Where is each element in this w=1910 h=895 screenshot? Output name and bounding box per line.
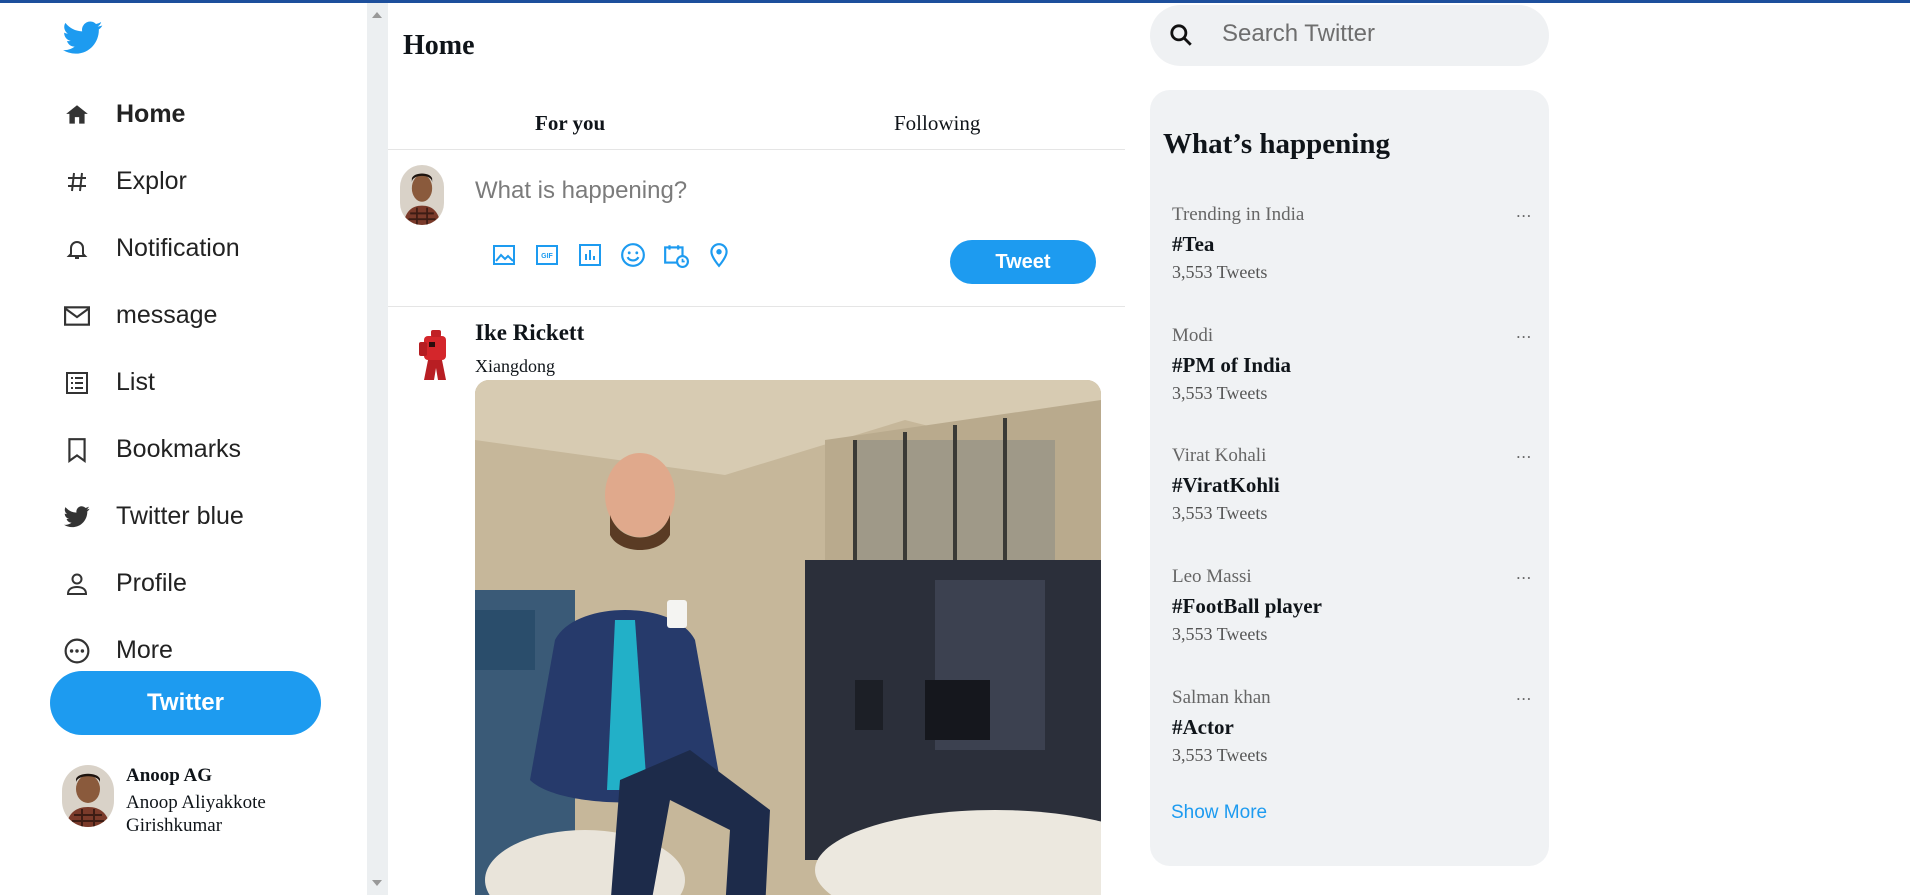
svg-text:GIF: GIF — [541, 253, 553, 260]
tab-for-you[interactable]: For you — [535, 111, 605, 136]
trend-hashtag: #Actor — [1172, 715, 1234, 739]
nav-item-label: Profile — [116, 569, 187, 597]
list-icon — [62, 368, 92, 398]
trend-item[interactable]: Virat Kohali ... #ViratKohli 3,553 Tweet… — [1172, 443, 1532, 545]
trend-hashtag: #ViratKohli — [1172, 473, 1280, 497]
nav-item-label: Notification — [116, 234, 240, 262]
nav-item-home[interactable]: Home — [62, 81, 244, 148]
avatar[interactable] — [416, 330, 452, 382]
nav-item-label: More — [116, 636, 173, 664]
trend-item[interactable]: Modi ... #PM of India 3,553 Tweets — [1172, 323, 1532, 425]
trends-panel: What’s happening Trending in India ... #… — [1150, 90, 1549, 866]
compose-box: GIF Tweet — [388, 150, 1125, 307]
nav-item-label: Twitter blue — [116, 502, 244, 530]
trend-count: 3,553 Tweets — [1172, 745, 1268, 765]
search-input[interactable] — [1220, 19, 1524, 49]
location-icon[interactable] — [704, 240, 734, 270]
trend-category: Salman khan — [1172, 687, 1271, 708]
mail-icon — [62, 301, 92, 331]
main-feed: Home For you Following GIF — [388, 3, 1125, 895]
trend-category: Virat Kohali — [1172, 445, 1267, 466]
poll-icon[interactable] — [575, 240, 605, 270]
trend-hashtag: #Tea — [1172, 232, 1215, 256]
image-icon[interactable] — [489, 240, 519, 270]
trend-item[interactable]: Leo Massi ... #FootBall player 3,553 Twe… — [1172, 564, 1532, 666]
bell-icon — [62, 234, 92, 264]
nav-item-label: List — [116, 368, 155, 396]
post-author-handle: Xiangdong — [475, 356, 555, 376]
feed-tabs: For you Following — [388, 99, 1125, 150]
hash-icon — [62, 167, 92, 197]
schedule-icon[interactable] — [661, 240, 691, 270]
emoji-icon[interactable] — [618, 240, 648, 270]
tweet-post[interactable]: Ike Rickett Xiangdong — [388, 308, 1125, 895]
tab-following[interactable]: Following — [894, 111, 980, 136]
home-icon — [62, 100, 92, 130]
search-icon — [1168, 22, 1194, 48]
avatar — [62, 765, 114, 827]
nav-item-label: Home — [116, 100, 186, 128]
compose-toolbar: GIF — [489, 240, 747, 270]
bookmark-icon — [62, 435, 92, 465]
trend-more-button[interactable]: ... — [1516, 685, 1532, 705]
tweet-button[interactable]: Tweet — [950, 240, 1096, 284]
profile-handle: Anoop Aliyakkote Girishkumar — [126, 792, 266, 836]
post-image[interactable] — [475, 380, 1101, 895]
profile-name: Anoop AG — [126, 765, 213, 786]
nav-item-bookmarks[interactable]: Bookmarks — [62, 416, 244, 483]
trend-category: Leo Massi — [1172, 566, 1252, 587]
trend-more-button[interactable]: ... — [1516, 443, 1532, 463]
nav-item-label: message — [116, 301, 218, 329]
trend-more-button[interactable]: ... — [1516, 564, 1532, 584]
trend-category: Trending in India — [1172, 204, 1305, 225]
twitter-post-button[interactable]: Twitter — [50, 671, 321, 735]
trend-item[interactable]: Salman khan ... #Actor 3,553 Tweets — [1172, 685, 1532, 787]
nav-item-messages[interactable]: message — [62, 282, 244, 349]
compose-input[interactable] — [473, 176, 1037, 206]
sidebar: Home Explor Notification message List Bo… — [0, 3, 367, 895]
nav-item-notifications[interactable]: Notification — [62, 215, 244, 282]
trend-count: 3,553 Tweets — [1172, 383, 1268, 403]
gif-icon[interactable]: GIF — [532, 240, 562, 270]
avatar — [400, 165, 444, 225]
nav-item-explore[interactable]: Explor — [62, 148, 244, 215]
nav-item-lists[interactable]: List — [62, 349, 244, 416]
show-more-link[interactable]: Show More — [1171, 802, 1267, 824]
trend-hashtag: #FootBall player — [1172, 594, 1322, 618]
nav-item-twitter-blue[interactable]: Twitter blue — [62, 483, 244, 550]
account-switcher[interactable]: Anoop AG Anoop Aliyakkote Girishkumar — [62, 765, 296, 837]
trend-more-button[interactable]: ... — [1516, 323, 1532, 343]
trend-category: Modi — [1172, 325, 1214, 346]
post-author-name[interactable]: Ike Rickett — [475, 320, 584, 346]
scroll-down-arrow-icon[interactable] — [372, 880, 382, 886]
more-circle-icon — [62, 636, 92, 666]
trends-title: What’s happening — [1163, 128, 1390, 160]
search-bar[interactable] — [1150, 5, 1549, 66]
trend-item[interactable]: Trending in India ... #Tea 3,553 Tweets — [1172, 202, 1532, 304]
twitter-bird-icon — [62, 502, 92, 532]
trend-count: 3,553 Tweets — [1172, 503, 1268, 523]
nav-item-label: Bookmarks — [116, 435, 242, 463]
trend-more-button[interactable]: ... — [1516, 202, 1532, 222]
nav-menu: Home Explor Notification message List Bo… — [62, 81, 244, 684]
twitter-logo-icon[interactable] — [63, 21, 105, 57]
scroll-up-arrow-icon[interactable] — [372, 12, 382, 18]
page-title: Home — [403, 30, 475, 61]
person-icon — [62, 569, 92, 599]
nav-item-label: Explor — [116, 167, 187, 195]
nav-item-profile[interactable]: Profile — [62, 550, 244, 617]
trend-count: 3,553 Tweets — [1172, 262, 1268, 282]
trend-count: 3,553 Tweets — [1172, 624, 1268, 644]
sidebar-scrollbar[interactable] — [367, 3, 388, 895]
trend-hashtag: #PM of India — [1172, 353, 1292, 377]
